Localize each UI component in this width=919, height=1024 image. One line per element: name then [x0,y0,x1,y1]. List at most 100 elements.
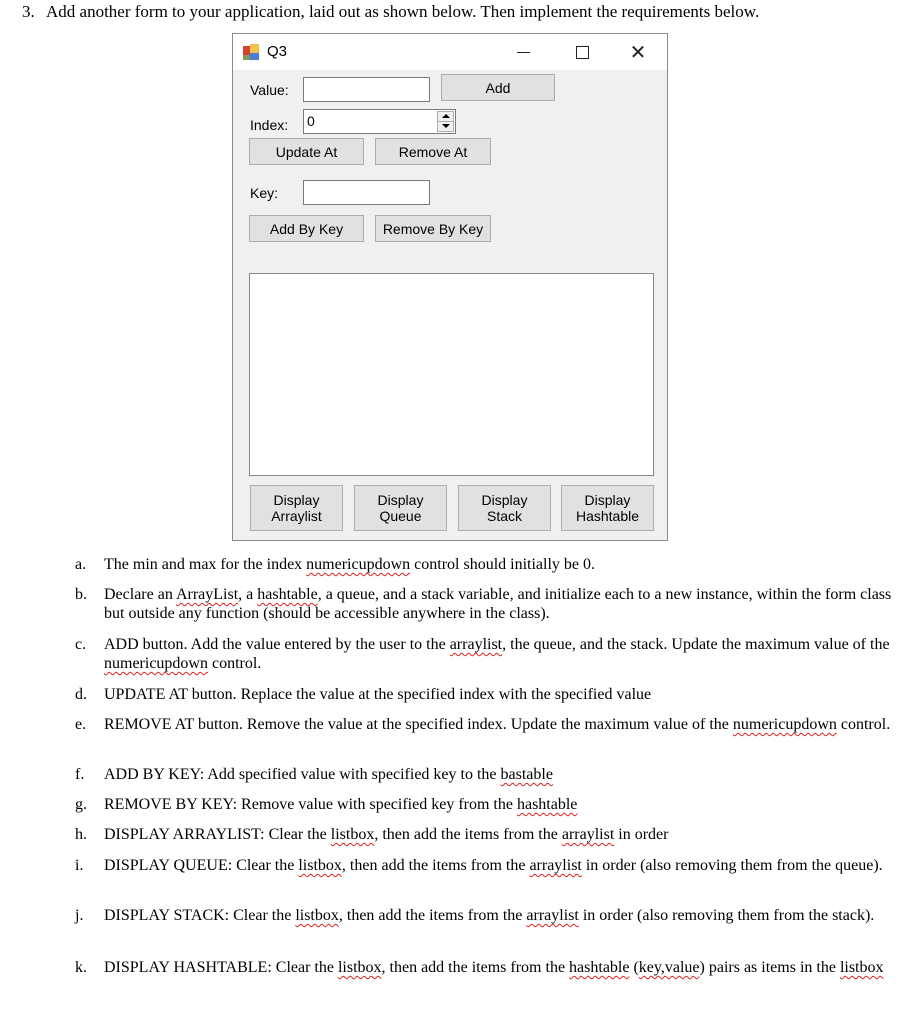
value-input[interactable] [303,77,430,102]
misspelled-word: listbox [298,857,342,874]
close-icon: ✕ [629,40,647,64]
requirement-text: UPDATE AT button. Replace the value at t… [104,685,894,704]
text-run: DISPLAY HASHTABLE: Clear the [104,959,338,976]
requirement-letter: c. [75,636,87,653]
text-run: control. [836,716,891,733]
index-spinner[interactable] [437,111,454,132]
output-listbox[interactable] [249,273,654,476]
text-run: UPDATE AT button. Replace the value at t… [104,686,652,703]
text-run: , then add the items from the [341,857,530,874]
value-label: Value: [250,82,289,98]
misspelled-word: numericupdown [104,655,208,672]
requirement-text: DISPLAY ARRAYLIST: Clear the listbox, th… [104,825,894,844]
minimize-icon [516,51,530,53]
text-run: DISPLAY ARRAYLIST: Clear the [104,826,331,843]
maximize-icon [575,45,589,59]
winforms-app-icon [243,44,259,60]
requirement-text: The min and max for the index numericupd… [104,555,894,574]
text-run: , then add the items from the [374,826,562,843]
text-run: ) pairs as items in the [699,959,840,976]
requirement-text: ADD button. Add the value entered by the… [104,635,894,673]
text-run: Declare an [104,586,176,603]
window-title: Q3 [267,43,288,60]
text-run: , the queue, and the stack. Update the m… [502,636,890,653]
display-hashtable-button[interactable]: Display Hashtable [561,485,654,531]
text-run: in order [614,826,669,843]
text-run: DISPLAY QUEUE: Clear the [104,857,299,874]
button-line: Display [377,492,424,508]
close-button[interactable]: ✕ [615,34,661,70]
text-run: REMOVE AT button. Remove the value at th… [104,716,733,733]
button-line: Queue [379,508,422,524]
index-value[interactable]: 0 [307,113,315,129]
misspelled-word: listbox [839,959,884,976]
button-line: Display [273,492,320,508]
misspelled-word: key,value [638,959,700,976]
requirement-text: DISPLAY HASHTABLE: Clear the listbox, th… [104,958,894,977]
add-button[interactable]: Add [441,74,555,101]
button-line: Hashtable [575,508,640,524]
text-run: , then add the items from the [381,959,570,976]
misspelled-word: arraylist [529,857,582,874]
display-stack-button[interactable]: Display Stack [458,485,551,531]
button-line: Stack [486,508,522,524]
text-run: DISPLAY STACK: Clear the [104,907,296,924]
misspelled-word: numericupdown [732,716,837,733]
remove-at-button[interactable]: Remove At [375,138,491,165]
misspelled-word: hashtable [516,796,578,813]
update-at-button[interactable]: Update At [249,138,364,165]
minimize-button[interactable] [500,34,546,70]
requirement-text: DISPLAY QUEUE: Clear the listbox, then a… [104,856,894,875]
requirement-text: Declare an ArrayList, a hashtable, a que… [104,585,894,623]
misspelled-word: ArrayList [175,586,239,603]
requirement-text: ADD BY KEY: Add specified value with spe… [104,765,894,784]
question-text: Add another form to your application, la… [46,2,760,21]
arrow-up-icon [441,114,450,119]
misspelled-word: listbox [295,907,339,924]
key-input[interactable] [303,180,430,205]
requirement-letter: i. [75,857,84,874]
misspelled-word: arraylist [449,636,503,653]
requirement-text: DISPLAY STACK: Clear the listbox, then a… [104,906,894,925]
index-label: Index: [250,117,289,133]
requirement-letter: a. [75,556,87,573]
add-by-key-button[interactable]: Add By Key [249,215,364,242]
requirement-letter: j. [75,907,84,924]
requirement-letter: b. [75,586,87,603]
text-run: , a [238,586,258,603]
maximize-button[interactable] [559,34,605,70]
requirement-letter: d. [75,686,87,703]
misspelled-word: arraylist [561,826,615,843]
question-number: 3. [22,2,35,21]
text-run: control should initially be 0. [410,556,596,573]
spin-up-button[interactable] [438,112,453,122]
display-arraylist-button[interactable]: Display Arraylist [250,485,343,531]
text-run: , then add the items from the [338,907,527,924]
form-window-q3: Q3 ✕ Value: Add Index: 0 Update At Remov… [232,33,668,541]
requirement-letter: h. [75,826,87,843]
text-run: in order (also removing them from the qu… [581,857,883,874]
text-run: ( [629,959,639,976]
remove-by-key-button[interactable]: Remove By Key [375,215,491,242]
button-line: Display [481,492,528,508]
key-label: Key: [250,185,279,201]
misspelled-word: bastable [500,766,553,783]
misspelled-word: hashtable [569,959,630,976]
text-run: The min and max for the index [104,556,307,573]
arrow-down-icon [441,124,450,129]
misspelled-word: numericupdown [306,556,411,573]
requirement-text: REMOVE BY KEY: Remove value with specifi… [104,795,894,814]
misspelled-word: listbox [337,959,382,976]
misspelled-word: hashtable [257,586,318,603]
requirement-letter: g. [75,796,87,813]
requirement-text: REMOVE AT button. Remove the value at th… [104,715,894,734]
requirement-letter: f. [75,766,85,783]
title-bar[interactable]: Q3 ✕ [233,34,667,70]
requirement-letter: e. [75,716,87,733]
button-line: Display [584,492,631,508]
misspelled-word: arraylist [526,907,579,924]
display-queue-button[interactable]: Display Queue [354,485,447,531]
spin-down-button[interactable] [438,122,453,132]
requirement-letter: k. [75,959,87,976]
index-numericupdown[interactable]: 0 [303,109,456,134]
